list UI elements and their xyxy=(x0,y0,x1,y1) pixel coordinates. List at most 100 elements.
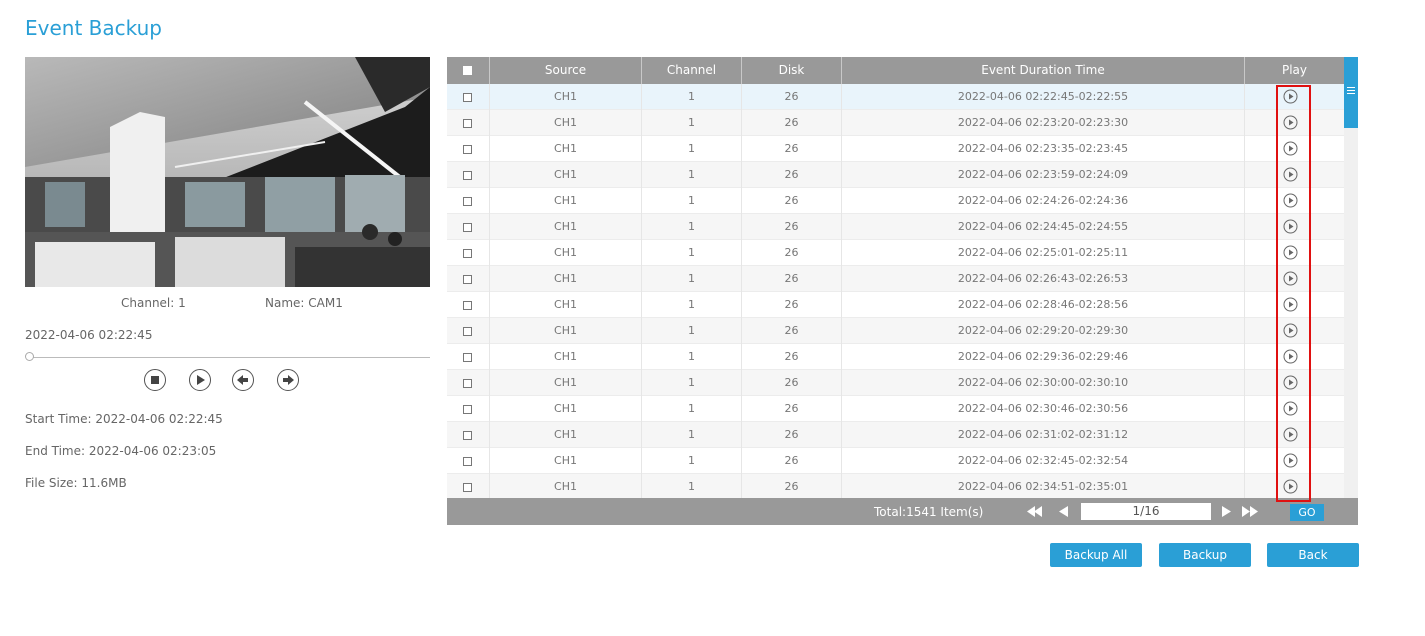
table-row[interactable]: CH1 1 26 2022-04-06 02:31:02-02:31:12 xyxy=(447,422,1344,448)
next-page-icon[interactable] xyxy=(1221,506,1231,517)
row-checkbox[interactable] xyxy=(463,197,472,206)
cell-disk: 26 xyxy=(741,396,841,422)
backup-all-button[interactable]: Backup All xyxy=(1050,543,1142,567)
row-checkbox[interactable] xyxy=(463,301,472,310)
cell-source: CH1 xyxy=(489,240,641,266)
table-row[interactable]: CH1 1 26 2022-04-06 02:29:36-02:29:46 xyxy=(447,344,1344,370)
row-checkbox[interactable] xyxy=(463,327,472,336)
cell-disk: 26 xyxy=(741,136,841,162)
cell-source: CH1 xyxy=(489,136,641,162)
cell-time: 2022-04-06 02:23:20-02:23:30 xyxy=(841,110,1244,136)
cell-time: 2022-04-06 02:26:43-02:26:53 xyxy=(841,266,1244,292)
step-forward-icon xyxy=(283,375,294,385)
scrollbar-thumb[interactable] xyxy=(1344,57,1358,128)
row-checkbox[interactable] xyxy=(463,119,472,128)
grip-icon xyxy=(1347,87,1355,94)
prev-page-icon[interactable] xyxy=(1059,506,1069,517)
row-select-cell xyxy=(447,422,489,448)
row-checkbox[interactable] xyxy=(463,405,472,414)
row-checkbox[interactable] xyxy=(463,249,472,258)
play-button[interactable] xyxy=(189,369,211,391)
cell-channel: 1 xyxy=(641,396,741,422)
go-button[interactable]: GO xyxy=(1290,504,1324,521)
cell-channel: 1 xyxy=(641,474,741,498)
header-source: Source xyxy=(489,57,641,84)
play-event-icon[interactable] xyxy=(1283,375,1298,390)
table-row[interactable]: CH1 1 26 2022-04-06 02:29:20-02:29:30 xyxy=(447,318,1344,344)
backup-button[interactable]: Backup xyxy=(1159,543,1251,567)
last-page-icon[interactable] xyxy=(1242,506,1258,517)
table-row[interactable]: CH1 1 26 2022-04-06 02:26:43-02:26:53 xyxy=(447,266,1344,292)
first-page-icon[interactable] xyxy=(1027,506,1043,517)
step-back-button[interactable] xyxy=(232,369,254,391)
row-checkbox[interactable] xyxy=(463,431,472,440)
table-row[interactable]: CH1 1 26 2022-04-06 02:23:35-02:23:45 xyxy=(447,136,1344,162)
table-row[interactable]: CH1 1 26 2022-04-06 02:34:51-02:35:01 xyxy=(447,474,1344,498)
play-cell xyxy=(1244,188,1344,214)
play-event-icon[interactable] xyxy=(1283,453,1298,468)
play-icon xyxy=(197,375,205,385)
cell-source: CH1 xyxy=(489,292,641,318)
table-header: Source Channel Disk Event Duration Time … xyxy=(447,57,1344,84)
play-event-icon[interactable] xyxy=(1283,427,1298,442)
cell-time: 2022-04-06 02:29:36-02:29:46 xyxy=(841,344,1244,370)
row-checkbox[interactable] xyxy=(463,353,472,362)
play-event-icon[interactable] xyxy=(1283,193,1298,208)
table-row[interactable]: CH1 1 26 2022-04-06 02:30:46-02:30:56 xyxy=(447,396,1344,422)
row-checkbox[interactable] xyxy=(463,145,472,154)
play-cell xyxy=(1244,110,1344,136)
table-row[interactable]: CH1 1 26 2022-04-06 02:23:20-02:23:30 xyxy=(447,110,1344,136)
table-scrollbar[interactable] xyxy=(1344,57,1358,498)
row-checkbox[interactable] xyxy=(463,171,472,180)
end-time: End Time: 2022-04-06 02:23:05 xyxy=(25,444,217,458)
page-number-input[interactable] xyxy=(1081,503,1211,520)
table-row[interactable]: CH1 1 26 2022-04-06 02:30:00-02:30:10 xyxy=(447,370,1344,396)
play-cell xyxy=(1244,370,1344,396)
playback-slider-track[interactable] xyxy=(31,357,430,358)
row-select-cell xyxy=(447,396,489,422)
play-event-icon[interactable] xyxy=(1283,141,1298,156)
table-row[interactable]: CH1 1 26 2022-04-06 02:22:45-02:22:55 xyxy=(447,84,1344,110)
cell-disk: 26 xyxy=(741,318,841,344)
play-cell xyxy=(1244,344,1344,370)
row-select-cell xyxy=(447,136,489,162)
cell-source: CH1 xyxy=(489,188,641,214)
cell-channel: 1 xyxy=(641,136,741,162)
playback-slider-handle[interactable] xyxy=(25,352,34,361)
cell-source: CH1 xyxy=(489,266,641,292)
play-event-icon[interactable] xyxy=(1283,297,1298,312)
select-all-cell[interactable] xyxy=(447,57,489,84)
row-checkbox[interactable] xyxy=(463,275,472,284)
stop-button[interactable] xyxy=(144,369,166,391)
row-checkbox[interactable] xyxy=(463,457,472,466)
row-checkbox[interactable] xyxy=(463,379,472,388)
row-checkbox[interactable] xyxy=(463,93,472,102)
table-row[interactable]: CH1 1 26 2022-04-06 02:23:59-02:24:09 xyxy=(447,162,1344,188)
row-select-cell xyxy=(447,318,489,344)
table-row[interactable]: CH1 1 26 2022-04-06 02:24:45-02:24:55 xyxy=(447,214,1344,240)
back-button[interactable]: Back xyxy=(1267,543,1359,567)
row-checkbox[interactable] xyxy=(463,483,472,492)
video-preview[interactable] xyxy=(25,57,430,287)
table-row[interactable]: CH1 1 26 2022-04-06 02:24:26-02:24:36 xyxy=(447,188,1344,214)
table-row[interactable]: CH1 1 26 2022-04-06 02:25:01-02:25:11 xyxy=(447,240,1344,266)
table-row[interactable]: CH1 1 26 2022-04-06 02:32:45-02:32:54 xyxy=(447,448,1344,474)
play-event-icon[interactable] xyxy=(1283,479,1298,494)
play-event-icon[interactable] xyxy=(1283,349,1298,364)
play-event-icon[interactable] xyxy=(1283,271,1298,286)
cell-source: CH1 xyxy=(489,110,641,136)
play-event-icon[interactable] xyxy=(1283,115,1298,130)
cell-source: CH1 xyxy=(489,422,641,448)
table-row[interactable]: CH1 1 26 2022-04-06 02:28:46-02:28:56 xyxy=(447,292,1344,318)
step-forward-button[interactable] xyxy=(277,369,299,391)
play-event-icon[interactable] xyxy=(1283,245,1298,260)
play-event-icon[interactable] xyxy=(1283,219,1298,234)
play-event-icon[interactable] xyxy=(1283,167,1298,182)
select-all-checkbox[interactable] xyxy=(463,66,472,75)
cell-disk: 26 xyxy=(741,292,841,318)
play-event-icon[interactable] xyxy=(1283,401,1298,416)
play-event-icon[interactable] xyxy=(1283,89,1298,104)
play-cell xyxy=(1244,474,1344,498)
row-checkbox[interactable] xyxy=(463,223,472,232)
play-event-icon[interactable] xyxy=(1283,323,1298,338)
